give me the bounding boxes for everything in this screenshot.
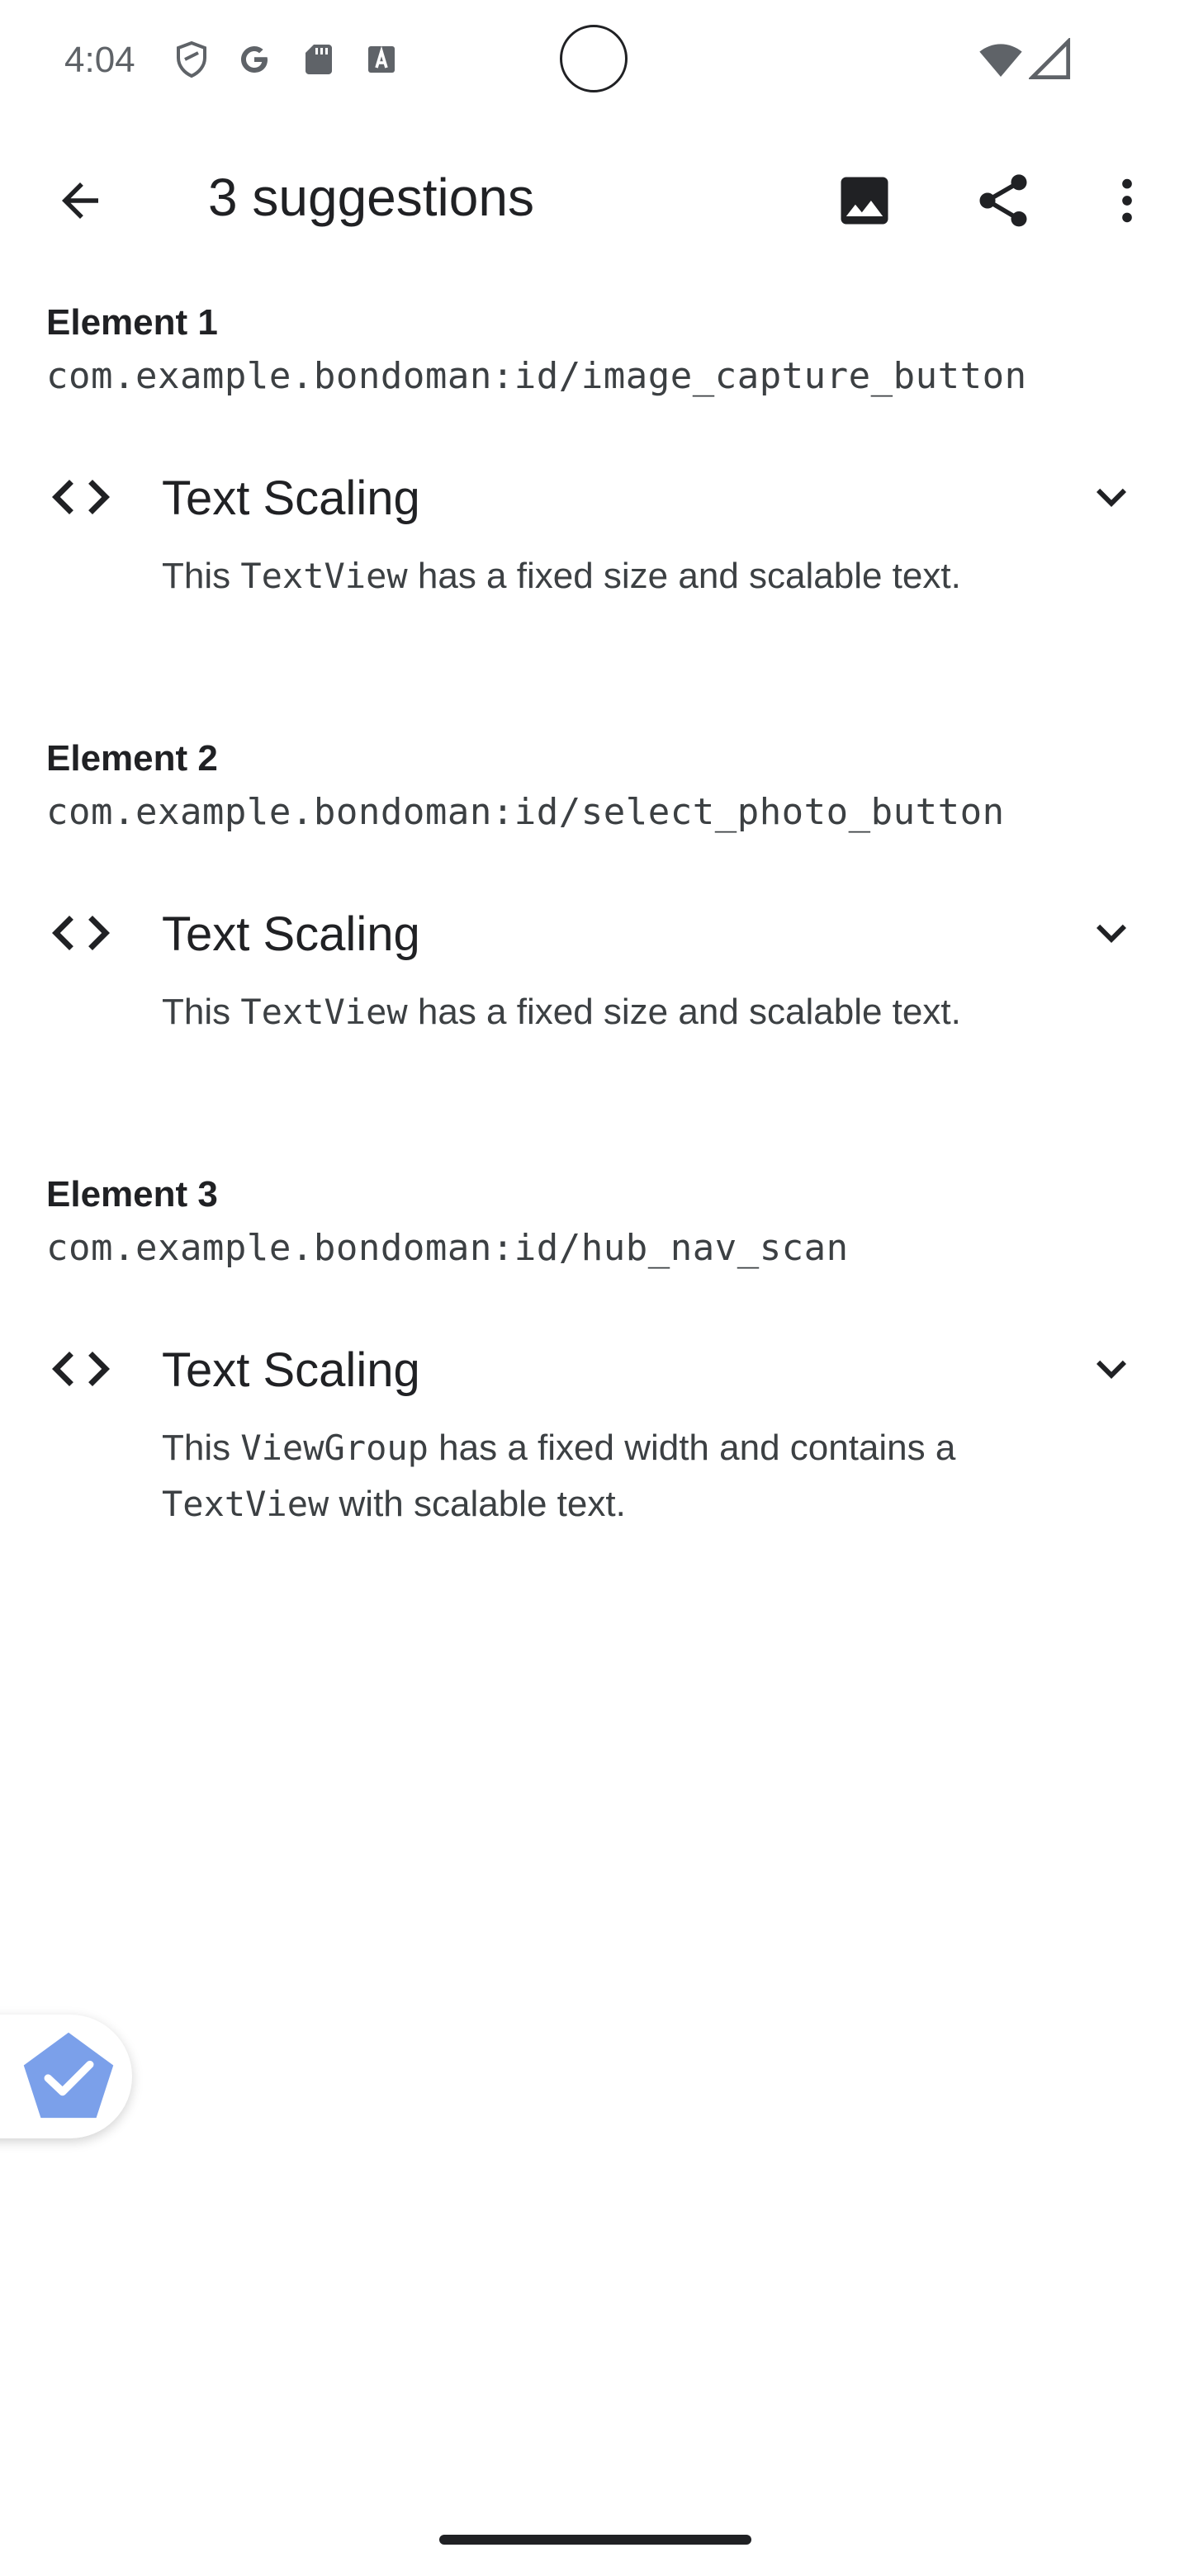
- element-heading: Element 1: [46, 302, 218, 343]
- suggestion-item[interactable]: Text Scaling This ViewGroup has a fixed …: [0, 1334, 1189, 1565]
- suggestion-description: This TextView has a fixed size and scala…: [162, 548, 1037, 604]
- code-icon: [52, 1352, 110, 1386]
- description-text: This: [162, 992, 241, 1032]
- suggestion-title: Text Scaling: [162, 1343, 420, 1397]
- element-resource-id: com.example.bondoman:id/image_capture_bu…: [46, 355, 1027, 397]
- sd-card-icon: [306, 45, 332, 74]
- scanner-floating-button[interactable]: [0, 2015, 132, 2138]
- status-bar: 4:04: [0, 0, 1189, 119]
- description-text: with scalable text.: [329, 1484, 626, 1524]
- shield-icon: [177, 40, 206, 78]
- description-code: ViewGroup: [240, 1428, 429, 1468]
- code-icon: [52, 916, 110, 950]
- description-text: This: [162, 1428, 241, 1468]
- chevron-down-icon[interactable]: [1082, 1339, 1141, 1399]
- wifi-icon: [979, 44, 1022, 77]
- view-screenshot-button[interactable]: [819, 155, 910, 246]
- font-icon: [368, 45, 395, 73]
- element-group: Element 2 com.example.bondoman:id/select…: [0, 717, 1189, 1153]
- element-heading: Element 2: [46, 738, 218, 779]
- camera-cutout: [560, 25, 628, 92]
- cell-signal-icon: [1029, 38, 1071, 80]
- description-text: has a fixed width and contains a: [428, 1428, 956, 1468]
- element-resource-id: com.example.bondoman:id/select_photo_but…: [46, 791, 1005, 833]
- status-time: 4:04: [64, 40, 135, 80]
- back-button[interactable]: [35, 155, 126, 246]
- description-code: TextView: [162, 1484, 329, 1524]
- suggestion-item[interactable]: Text Scaling This TextView has a fixed s…: [0, 898, 1189, 1129]
- suggestion-item[interactable]: Text Scaling This TextView has a fixed s…: [0, 462, 1189, 694]
- description-text: This: [162, 556, 241, 596]
- chevron-down-icon[interactable]: [1082, 903, 1141, 963]
- suggestion-description: This ViewGroup has a fixed width and con…: [162, 1420, 1037, 1532]
- element-group: Element 1 com.example.bondoman:id/image_…: [0, 281, 1189, 717]
- description-code: TextView: [240, 992, 408, 1032]
- top-app-bar: 3 suggestions: [0, 145, 1189, 256]
- arrow-back-icon: [62, 182, 98, 219]
- description-text: has a fixed size and scalable text.: [407, 992, 961, 1032]
- page-title: 3 suggestions: [208, 168, 534, 227]
- chevron-down-icon[interactable]: [1082, 467, 1141, 527]
- suggestions-list: Element 1 com.example.bondoman:id/image_…: [0, 281, 1189, 1589]
- description-code: TextView: [240, 556, 408, 596]
- more-vert-icon: [1122, 178, 1132, 223]
- element-resource-id: com.example.bondoman:id/hub_nav_scan: [46, 1227, 849, 1269]
- suggestion-title: Text Scaling: [162, 907, 420, 961]
- element-group: Element 3 com.example.bondoman:id/hub_na…: [0, 1153, 1189, 1589]
- accessibility-scanner-results-screen: 4:04 3 suggestions Element 1 com.example…: [0, 0, 1189, 2576]
- google-icon: [241, 46, 268, 73]
- share-button[interactable]: [958, 155, 1049, 246]
- suggestion-description: This TextView has a fixed size and scala…: [162, 984, 1037, 1040]
- suggestion-title: Text Scaling: [162, 471, 420, 525]
- checkmark-badge-icon: [23, 2032, 114, 2119]
- more-options-button[interactable]: [1082, 155, 1172, 246]
- image-icon: [841, 177, 888, 225]
- share-icon: [979, 174, 1027, 227]
- description-text: has a fixed size and scalable text.: [407, 556, 961, 596]
- element-heading: Element 3: [46, 1174, 218, 1215]
- gesture-nav-handle[interactable]: [439, 2535, 751, 2545]
- code-icon: [52, 480, 110, 514]
